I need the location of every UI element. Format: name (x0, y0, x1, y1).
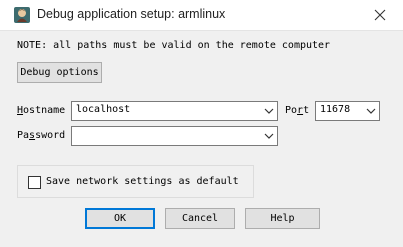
hostname-value: localhost (76, 104, 131, 115)
save-settings-label[interactable]: Save network settings as default (46, 176, 239, 187)
title-bar: Debug application setup: armlinux (0, 0, 403, 31)
debug-options-button[interactable]: Debug options (17, 62, 102, 83)
cancel-button[interactable]: Cancel (165, 208, 235, 229)
port-combobox[interactable]: 11678 (315, 101, 380, 121)
password-combobox[interactable] (71, 126, 278, 146)
hostname-label: Hostname (17, 105, 66, 116)
password-label: Password (17, 130, 66, 141)
chevron-down-icon (264, 133, 274, 139)
close-icon (374, 9, 386, 21)
chevron-down-icon (366, 108, 376, 114)
port-value: 11678 (320, 104, 351, 115)
note-text: NOTE: all paths must be valid on the rem… (17, 40, 331, 51)
port-label: Port (285, 105, 310, 116)
hostname-combobox[interactable]: localhost (71, 101, 278, 121)
close-button[interactable] (365, 4, 395, 26)
window-title: Debug application setup: armlinux (37, 7, 226, 21)
ida-app-icon (13, 6, 31, 24)
chevron-down-icon (264, 108, 274, 114)
save-settings-group: Save network settings as default (17, 165, 254, 198)
help-button[interactable]: Help (245, 208, 320, 229)
ok-button[interactable]: OK (85, 208, 155, 229)
save-settings-checkbox[interactable] (28, 176, 41, 189)
